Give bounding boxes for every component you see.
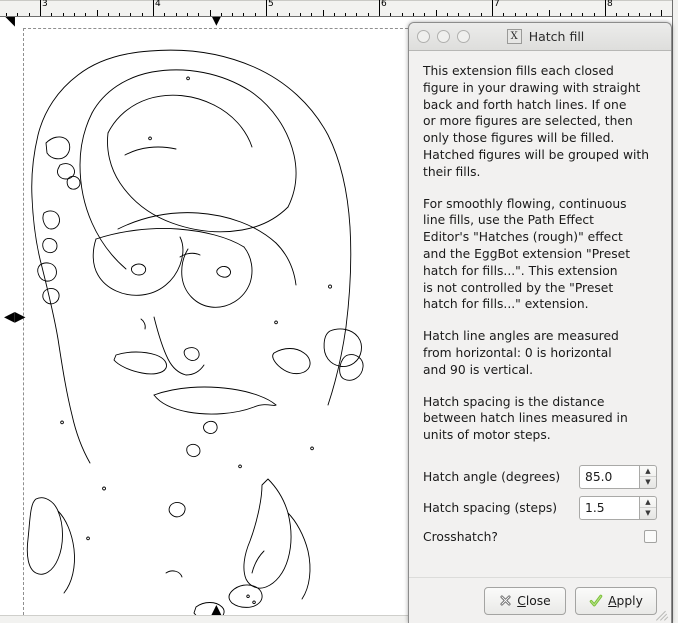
dialog-title-group: X Hatch fill	[470, 29, 621, 44]
selection-handle-bottom[interactable]: ▲	[211, 603, 222, 617]
hatch-spacing-spinner[interactable]: ▲ ▼	[579, 495, 657, 520]
close-button[interactable]: Close	[484, 586, 566, 615]
crosshatch-row: Crosshatch?	[423, 525, 657, 549]
hatch-angle-label: Hatch angle (degrees)	[423, 469, 561, 484]
stepper-up-icon[interactable]: ▲	[640, 497, 656, 509]
dialog-body: This extension fills each closed figure …	[409, 51, 671, 577]
description-paragraph-4: Hatch spacing is the distance between ha…	[423, 394, 628, 443]
portrait-line-drawing	[26, 49, 364, 621]
apply-button-mnemonic: A	[608, 593, 617, 608]
maximize-circle-icon[interactable]	[457, 30, 470, 43]
options-form: Hatch angle (degrees) ▲ ▼ Hatch spacing …	[423, 463, 657, 549]
inkscape-window: 345678 ◥ ▼ ◀▶ ▲ X Hatch fill This extens…	[0, 0, 678, 623]
hatch-angle-input[interactable]	[579, 464, 639, 489]
stepper-up-icon[interactable]: ▲	[640, 466, 656, 478]
hatch-spacing-row: Hatch spacing (steps) ▲ ▼	[423, 494, 657, 522]
hatch-spacing-label: Hatch spacing (steps)	[423, 500, 558, 515]
crosshatch-label: Crosshatch?	[423, 529, 498, 544]
description-paragraph-3: Hatch line angles are measured from hori…	[423, 329, 619, 377]
check-mark-icon	[589, 594, 603, 606]
x-mark-icon	[500, 595, 511, 606]
apply-button[interactable]: Apply	[575, 586, 657, 615]
stepper-down-icon[interactable]: ▼	[640, 477, 656, 488]
hatch-angle-row: Hatch angle (degrees) ▲ ▼	[423, 463, 657, 491]
apply-button-label: Apply	[608, 594, 643, 608]
close-circle-icon[interactable]	[417, 30, 430, 43]
application-x-icon: X	[506, 29, 522, 44]
description-paragraph-1: This extension fills each closed figure …	[423, 64, 650, 179]
minimize-circle-icon[interactable]	[437, 30, 450, 43]
hatch-fill-dialog: X Hatch fill This extension fills each c…	[408, 22, 672, 623]
dialog-title: Hatch fill	[528, 29, 585, 44]
resize-grip[interactable]	[655, 607, 669, 621]
hatch-spacing-stepper[interactable]: ▲ ▼	[639, 495, 657, 520]
crosshatch-checkbox[interactable]	[644, 530, 657, 544]
ruler-top-edge	[0, 0, 678, 1]
close-button-rest: lose	[525, 593, 551, 608]
dialog-footer: Close Apply	[409, 577, 671, 623]
close-button-label: Close	[517, 594, 551, 608]
description-paragraph-2: For smoothly flowing, continuous line fi…	[423, 196, 631, 312]
window-control-buttons	[417, 30, 470, 43]
dialog-titlebar[interactable]: X Hatch fill	[409, 23, 671, 51]
close-button-mnemonic: C	[517, 593, 526, 608]
hatch-angle-spinner[interactable]: ▲ ▼	[579, 464, 657, 489]
hatch-angle-stepper[interactable]: ▲ ▼	[639, 464, 657, 489]
canvas-right-edge	[672, 0, 678, 623]
apply-button-rest: pply	[616, 593, 643, 608]
selection-handle-left[interactable]: ◀▶	[4, 310, 26, 324]
selection-handle-top[interactable]: ▼	[211, 17, 222, 27]
horizontal-ruler[interactable]: 345678	[0, 0, 678, 17]
stepper-down-icon[interactable]: ▼	[640, 508, 656, 519]
selection-handle-corner-topleft[interactable]: ◥	[5, 17, 15, 28]
hatch-spacing-input[interactable]	[579, 495, 639, 520]
